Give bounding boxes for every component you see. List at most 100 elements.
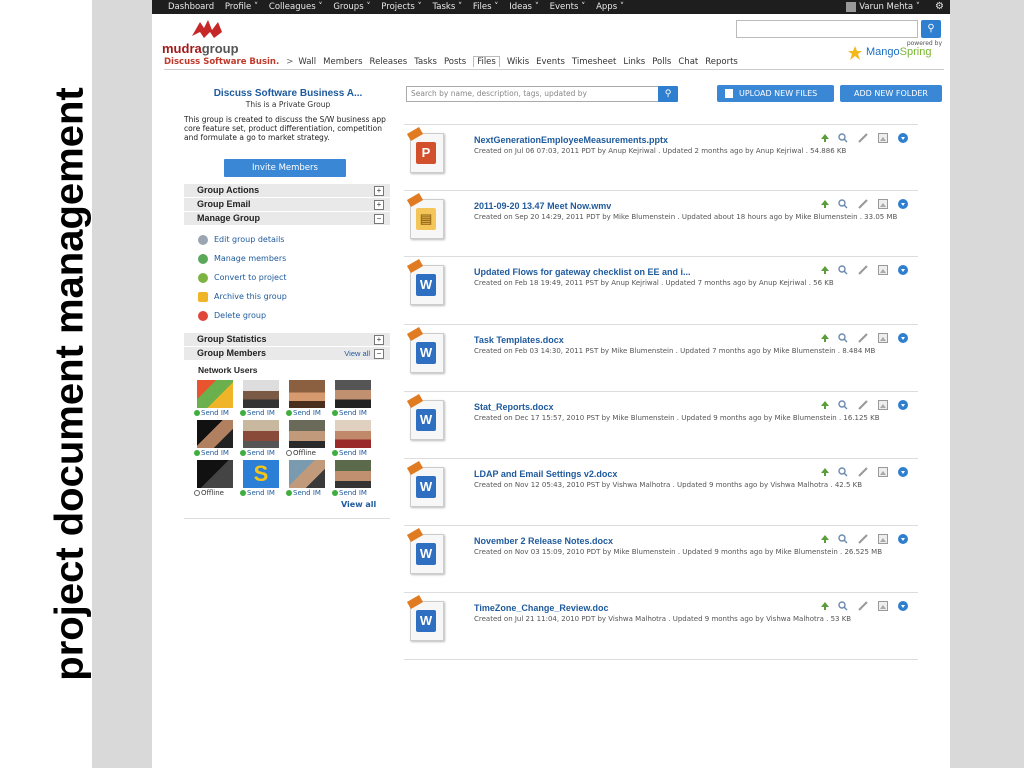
more-options-icon[interactable]	[898, 400, 908, 410]
preview-icon[interactable]	[838, 534, 848, 544]
tab-wall[interactable]: Wall	[298, 57, 316, 67]
download-icon[interactable]	[820, 534, 830, 544]
tab-timesheet[interactable]: Timesheet	[572, 57, 616, 67]
tab-wikis[interactable]: Wikis	[507, 57, 529, 67]
member-status[interactable]: Send IM	[194, 449, 244, 457]
edit-icon[interactable]	[858, 467, 868, 477]
search-icon[interactable]: ⚲	[658, 86, 678, 102]
expand-icon[interactable]: +	[374, 186, 384, 196]
share-icon[interactable]	[878, 133, 888, 143]
tab-releases[interactable]: Releases	[370, 57, 408, 67]
download-icon[interactable]	[820, 467, 830, 477]
view-all-members-link[interactable]: View all	[341, 500, 376, 509]
member-tile[interactable]: Send IM	[286, 380, 328, 418]
tab-files[interactable]: Files	[473, 56, 500, 67]
edit-icon[interactable]	[858, 601, 868, 611]
share-icon[interactable]	[878, 400, 888, 410]
invite-members-button[interactable]: Invite Members	[224, 159, 346, 177]
member-tile[interactable]: S Send IM	[240, 460, 282, 498]
file-row[interactable]: ▤ 2011-09-20 13.47 Meet Now.wmv Created …	[404, 190, 918, 257]
edit-icon[interactable]	[858, 534, 868, 544]
nav-tasks[interactable]: Tasks ˅	[432, 2, 462, 12]
edit-icon[interactable]	[858, 400, 868, 410]
more-options-icon[interactable]	[898, 601, 908, 611]
more-options-icon[interactable]	[898, 265, 908, 275]
file-name-link[interactable]: LDAP and Email Settings v2.docx	[474, 469, 617, 479]
member-tile[interactable]: Send IM	[194, 420, 236, 458]
more-options-icon[interactable]	[898, 199, 908, 209]
member-status[interactable]: Send IM	[332, 449, 382, 457]
tab-events[interactable]: Events	[536, 57, 565, 67]
upload-new-files-button[interactable]: UPLOAD NEW FILES	[717, 85, 834, 102]
group-statistics-section[interactable]: Group Statistics +	[184, 332, 390, 346]
tab-reports[interactable]: Reports	[705, 57, 738, 67]
group-breadcrumb[interactable]: Discuss Software Busin.	[164, 57, 279, 67]
delete-group-link[interactable]: Delete group	[198, 309, 266, 323]
file-search-input[interactable]: Search by name, description, tags, updat…	[406, 86, 660, 102]
share-icon[interactable]	[878, 601, 888, 611]
share-icon[interactable]	[878, 534, 888, 544]
member-tile[interactable]: Send IM	[240, 380, 282, 418]
group-email-section[interactable]: Group Email +	[184, 197, 390, 211]
file-row[interactable]: W TimeZone_Change_Review.doc Created on …	[404, 592, 918, 660]
download-icon[interactable]	[820, 400, 830, 410]
collapse-icon[interactable]: −	[374, 349, 384, 359]
tab-members[interactable]: Members	[323, 57, 362, 67]
preview-icon[interactable]	[838, 601, 848, 611]
member-status[interactable]: Send IM	[332, 409, 382, 417]
edit-icon[interactable]	[858, 265, 868, 275]
convert-to-project-link[interactable]: Convert to project	[198, 271, 287, 285]
edit-icon[interactable]	[858, 333, 868, 343]
file-name-link[interactable]: 2011-09-20 13.47 Meet Now.wmv	[474, 201, 611, 211]
file-row[interactable]: W Task Templates.docx Created on Feb 03 …	[404, 324, 918, 391]
file-name-link[interactable]: Task Templates.docx	[474, 335, 564, 345]
member-status[interactable]: Send IM	[286, 489, 336, 497]
file-row[interactable]: W November 2 Release Notes.docx Created …	[404, 525, 918, 592]
preview-icon[interactable]	[838, 333, 848, 343]
nav-projects[interactable]: Projects ˅	[381, 2, 421, 12]
member-tile[interactable]: Send IM	[286, 460, 328, 498]
member-tile[interactable]: Send IM	[194, 380, 236, 418]
nav-events[interactable]: Events ˅	[550, 2, 586, 12]
collapse-icon[interactable]: −	[374, 214, 384, 224]
nav-dashboard[interactable]: Dashboard	[168, 2, 214, 12]
expand-icon[interactable]: +	[374, 335, 384, 345]
nav-groups[interactable]: Groups ˅	[333, 2, 370, 12]
file-name-link[interactable]: TimeZone_Change_Review.doc	[474, 603, 609, 613]
download-icon[interactable]	[820, 199, 830, 209]
file-name-link[interactable]: Stat_Reports.docx	[474, 402, 554, 412]
member-status[interactable]: Offline	[286, 449, 336, 457]
edit-icon[interactable]	[858, 133, 868, 143]
member-tile[interactable]: Send IM	[332, 420, 374, 458]
member-tile[interactable]: Offline	[194, 460, 236, 498]
tab-tasks[interactable]: Tasks	[414, 57, 437, 67]
mudragroup-logo[interactable]: mudragroup	[162, 16, 252, 56]
manage-group-section[interactable]: Manage Group −	[184, 211, 390, 225]
group-title[interactable]: Discuss Software Business A...	[190, 88, 386, 99]
file-name-link[interactable]: NextGenerationEmployeeMeasurements.pptx	[474, 135, 668, 145]
download-icon[interactable]	[820, 601, 830, 611]
member-tile[interactable]: Send IM	[332, 460, 374, 498]
more-options-icon[interactable]	[898, 333, 908, 343]
archive-group-link[interactable]: Archive this group	[198, 290, 287, 304]
download-icon[interactable]	[820, 265, 830, 275]
nav-files[interactable]: Files ˅	[473, 2, 499, 12]
more-options-icon[interactable]	[898, 534, 908, 544]
member-tile[interactable]: Offline	[286, 420, 328, 458]
member-status[interactable]: Send IM	[240, 489, 290, 497]
edit-group-details-link[interactable]: Edit group details	[198, 233, 284, 247]
group-actions-section[interactable]: Group Actions +	[184, 183, 390, 197]
preview-icon[interactable]	[838, 400, 848, 410]
share-icon[interactable]	[878, 333, 888, 343]
member-status[interactable]: Send IM	[240, 449, 290, 457]
file-name-link[interactable]: Updated Flows for gateway checklist on E…	[474, 267, 691, 277]
file-name-link[interactable]: November 2 Release Notes.docx	[474, 536, 613, 546]
member-status[interactable]: Send IM	[240, 409, 290, 417]
gear-icon[interactable]: ⚙	[935, 0, 944, 14]
download-icon[interactable]	[820, 133, 830, 143]
member-status[interactable]: Send IM	[332, 489, 382, 497]
file-row[interactable]: W Updated Flows for gateway checklist on…	[404, 256, 918, 323]
file-row[interactable]: P NextGenerationEmployeeMeasurements.ppt…	[404, 124, 918, 191]
tab-links[interactable]: Links	[623, 57, 645, 67]
preview-icon[interactable]	[838, 467, 848, 477]
